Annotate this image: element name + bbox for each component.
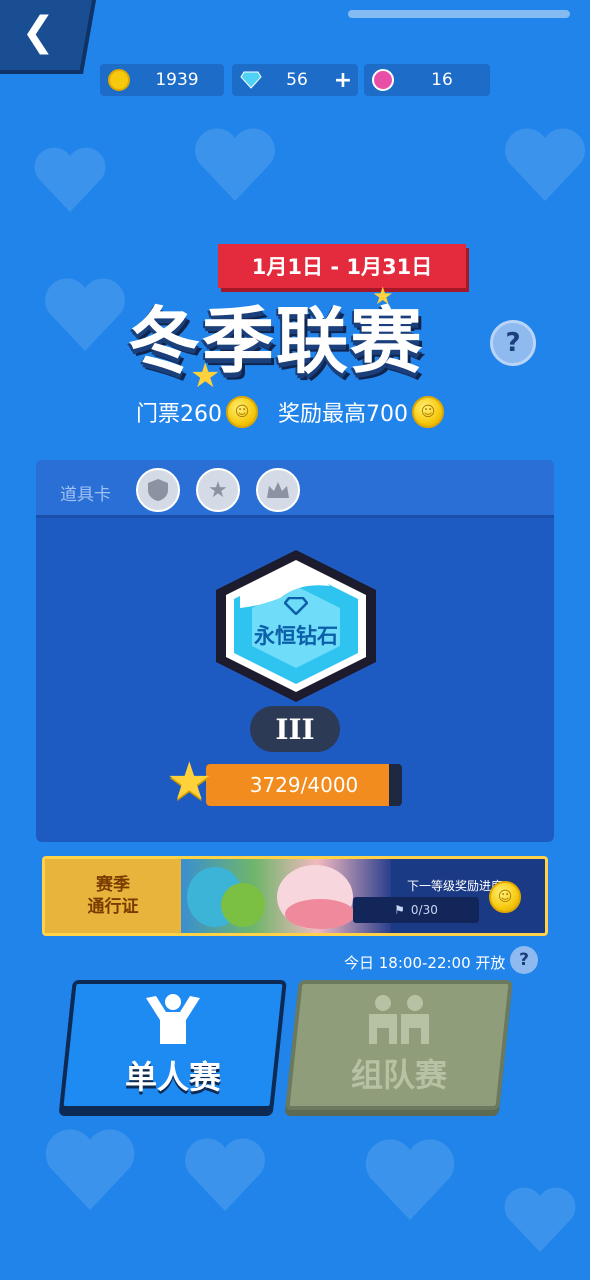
- gold-coin-icon: [108, 69, 130, 91]
- reward-text: 奖励最高700: [278, 402, 408, 427]
- gold-coin-icon: ☺: [489, 881, 521, 913]
- gold-coin-icon: ☺: [226, 396, 258, 428]
- event-title: 冬季联赛: [128, 299, 425, 383]
- shield-icon[interactable]: [136, 468, 180, 512]
- rank-tier: III: [250, 706, 340, 752]
- max-reward: 奖励最高700 ☺: [278, 396, 444, 428]
- season-pass-badge: 赛季 通行证: [45, 859, 181, 933]
- solo-match-label: 单人赛: [124, 1058, 221, 1096]
- progress-total: /4000: [300, 773, 359, 797]
- back-button[interactable]: ❮: [0, 0, 98, 74]
- star-icon[interactable]: ★: [196, 468, 240, 512]
- ticket-cost: 门票260 ☺: [136, 396, 258, 428]
- pink-badge-icon: [372, 69, 394, 91]
- rank-progress-bar: 3729/4000: [206, 764, 402, 806]
- open-time-text: 今日 18:00-22:00 开放: [344, 954, 506, 972]
- tools-label: 道具卡: [60, 485, 111, 505]
- heart-pattern-icon: [185, 1138, 265, 1211]
- badge-counter[interactable]: 16: [364, 64, 490, 96]
- diamond-icon: [240, 69, 262, 91]
- diamond-counter[interactable]: 56 +: [232, 64, 358, 96]
- rank-name: 永恒钻石: [254, 624, 338, 648]
- flag-icon: ⚑: [394, 903, 405, 917]
- tools-bar: 道具卡 ★: [36, 460, 554, 518]
- season-pass-line2: 通行证: [87, 897, 139, 917]
- rank-progress-text: 3729/4000: [206, 764, 402, 806]
- crown-icon[interactable]: [256, 468, 300, 512]
- diamond-value: 56: [286, 70, 308, 90]
- heart-pattern-icon: [195, 128, 275, 201]
- season-pass-banner[interactable]: 赛季 通行证 下一等级奖励进度 ⚑ 0/30 ☺: [42, 856, 548, 936]
- badge-value: 16: [431, 70, 453, 90]
- sparkle-star-icon: ★: [190, 356, 221, 396]
- coin-value: 1939: [155, 70, 199, 90]
- heart-pattern-icon: [505, 128, 585, 201]
- ticket-text: 门票260: [136, 402, 222, 427]
- team-people-icon: [368, 995, 429, 1044]
- add-diamond-button[interactable]: +: [332, 68, 354, 93]
- gold-coin-icon: ☺: [412, 396, 444, 428]
- season-pass-line1: 赛季: [96, 875, 130, 895]
- heart-pattern-icon: [34, 147, 106, 212]
- next-reward-label: 下一等级奖励进度: [407, 879, 504, 893]
- rank-emblem: 永恒钻石: [210, 546, 382, 706]
- sparkle-star-icon: ★: [372, 282, 394, 310]
- back-chevron-icon: ❮: [21, 9, 56, 55]
- heart-pattern-icon: [45, 1129, 135, 1210]
- rank-panel: 道具卡 ★ 永恒钻石 III 3729/4000 ★: [36, 460, 554, 842]
- top-handle-bar: [348, 10, 570, 18]
- season-pass-progress: ⚑ 0/30: [353, 897, 479, 923]
- rank-star-icon: ★: [166, 752, 213, 812]
- coin-counter[interactable]: 1939: [100, 64, 224, 96]
- season-pass-progress-text: 0/30: [410, 903, 438, 917]
- heart-pattern-icon: [504, 1187, 576, 1252]
- heart-pattern-icon: [365, 1139, 455, 1220]
- event-help-button[interactable]: ?: [490, 320, 536, 366]
- team-match-button[interactable]: 组队赛: [285, 980, 513, 1110]
- progress-current: 3729: [249, 773, 301, 797]
- single-person-icon: [145, 994, 200, 1044]
- solo-match-button[interactable]: 单人赛: [59, 980, 287, 1110]
- gem-icon: [282, 596, 310, 620]
- schedule-help-button[interactable]: ?: [510, 946, 538, 974]
- heart-pattern-icon: [45, 278, 125, 351]
- team-match-label: 组队赛: [350, 1056, 447, 1094]
